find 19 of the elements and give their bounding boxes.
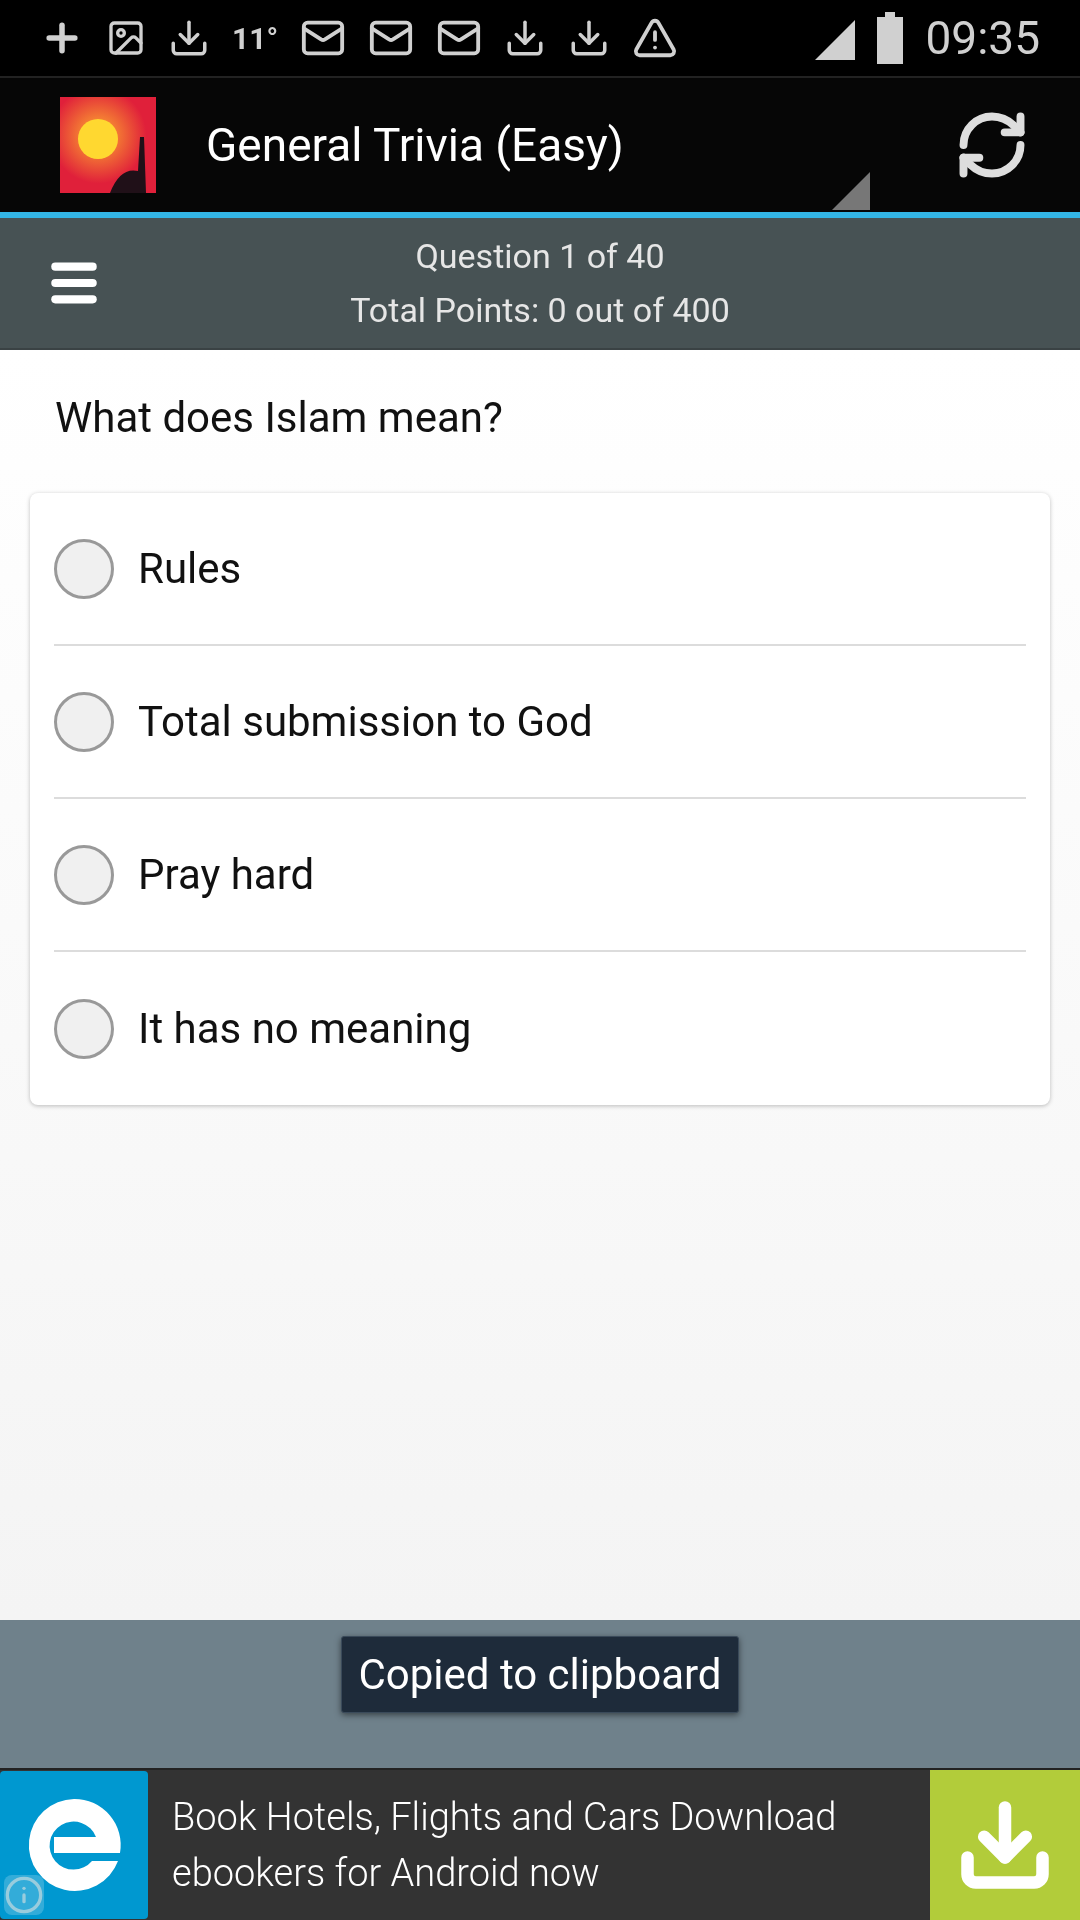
battery-icon [877,12,904,64]
app-title: General Trivia (Easy) [206,116,624,174]
info-icon[interactable] [4,1875,44,1915]
temperature: 11° [232,19,279,58]
points-total: Total Points: 0 out of 400 [350,289,730,332]
image-icon [106,18,146,58]
answer-label[interactable]: It has no meaning [138,997,472,1060]
clock: 09:35 [925,9,1040,67]
question-counter: Question 1 of 40 [415,235,665,278]
submit-bar[interactable]: Copied to clipboard [0,1620,1080,1768]
dropdown-corner-icon [832,172,870,210]
answer-label[interactable]: Total submission to God [138,690,593,753]
download-button[interactable] [930,1770,1080,1920]
answer-label[interactable]: Rules [138,537,242,600]
toast: Copied to clipboard [341,1636,739,1713]
answer-label[interactable]: Pray hard [138,843,315,906]
app-logo-icon [60,97,156,193]
ad-logo-icon [0,1771,148,1919]
question-text: What does Islam mean? [55,392,504,444]
